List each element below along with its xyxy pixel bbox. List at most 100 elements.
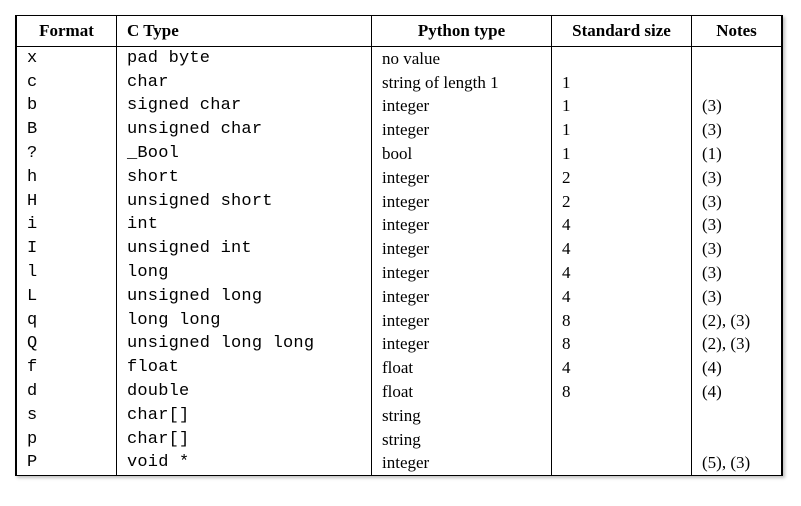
cell-stdsize: 8 bbox=[552, 380, 692, 404]
table-row: ddoublefloat8(4) bbox=[17, 380, 782, 404]
cell-notes: (4) bbox=[692, 380, 782, 404]
table-row: ccharstring of length 11 bbox=[17, 71, 782, 95]
cell-stdsize: 1 bbox=[552, 142, 692, 166]
cell-ctype: long long bbox=[117, 309, 372, 333]
cell-notes: (3) bbox=[692, 261, 782, 285]
table-row: xpad byteno value bbox=[17, 46, 782, 70]
cell-format: L bbox=[17, 285, 117, 309]
cell-ctype: unsigned long long bbox=[117, 332, 372, 356]
cell-ctype: unsigned int bbox=[117, 237, 372, 261]
cell-format: c bbox=[17, 71, 117, 95]
cell-notes: (3) bbox=[692, 94, 782, 118]
cell-pytype: integer bbox=[372, 118, 552, 142]
cell-pytype: bool bbox=[372, 142, 552, 166]
cell-format: q bbox=[17, 309, 117, 333]
cell-pytype: integer bbox=[372, 309, 552, 333]
cell-format: p bbox=[17, 428, 117, 452]
cell-format: Q bbox=[17, 332, 117, 356]
table-row: Iunsigned intinteger4(3) bbox=[17, 237, 782, 261]
cell-stdsize bbox=[552, 46, 692, 70]
cell-stdsize: 4 bbox=[552, 356, 692, 380]
cell-ctype: _Bool bbox=[117, 142, 372, 166]
cell-pytype: float bbox=[372, 356, 552, 380]
cell-stdsize: 8 bbox=[552, 309, 692, 333]
cell-notes bbox=[692, 404, 782, 428]
table-row: pchar[]string bbox=[17, 428, 782, 452]
table-body: xpad byteno valueccharstring of length 1… bbox=[17, 46, 782, 475]
cell-stdsize: 4 bbox=[552, 213, 692, 237]
cell-ctype: unsigned char bbox=[117, 118, 372, 142]
cell-ctype: pad byte bbox=[117, 46, 372, 70]
cell-ctype: signed char bbox=[117, 94, 372, 118]
cell-format: s bbox=[17, 404, 117, 428]
cell-ctype: double bbox=[117, 380, 372, 404]
cell-ctype: void * bbox=[117, 451, 372, 475]
cell-format: I bbox=[17, 237, 117, 261]
cell-stdsize: 2 bbox=[552, 190, 692, 214]
cell-notes bbox=[692, 71, 782, 95]
cell-format: h bbox=[17, 166, 117, 190]
cell-format: P bbox=[17, 451, 117, 475]
cell-format: f bbox=[17, 356, 117, 380]
table-row: Pvoid *integer(5), (3) bbox=[17, 451, 782, 475]
cell-notes: (5), (3) bbox=[692, 451, 782, 475]
cell-ctype: unsigned long bbox=[117, 285, 372, 309]
cell-pytype: integer bbox=[372, 285, 552, 309]
cell-format: H bbox=[17, 190, 117, 214]
cell-notes: (2), (3) bbox=[692, 309, 782, 333]
cell-pytype: integer bbox=[372, 237, 552, 261]
format-table-container: Format C Type Python type Standard size … bbox=[15, 15, 783, 476]
cell-stdsize bbox=[552, 428, 692, 452]
cell-format: i bbox=[17, 213, 117, 237]
cell-stdsize: 1 bbox=[552, 71, 692, 95]
cell-notes: (4) bbox=[692, 356, 782, 380]
cell-pytype: string of length 1 bbox=[372, 71, 552, 95]
col-header-ctype: C Type bbox=[117, 16, 372, 46]
cell-ctype: long bbox=[117, 261, 372, 285]
cell-notes: (3) bbox=[692, 237, 782, 261]
table-row: ?_Boolbool1(1) bbox=[17, 142, 782, 166]
col-header-notes: Notes bbox=[692, 16, 782, 46]
cell-notes: (1) bbox=[692, 142, 782, 166]
cell-notes: (3) bbox=[692, 213, 782, 237]
table-row: Qunsigned long longinteger8(2), (3) bbox=[17, 332, 782, 356]
cell-format: l bbox=[17, 261, 117, 285]
cell-ctype: int bbox=[117, 213, 372, 237]
table-row: Bunsigned charinteger1(3) bbox=[17, 118, 782, 142]
cell-pytype: integer bbox=[372, 213, 552, 237]
cell-pytype: integer bbox=[372, 261, 552, 285]
cell-format: B bbox=[17, 118, 117, 142]
cell-pytype: string bbox=[372, 428, 552, 452]
cell-notes: (2), (3) bbox=[692, 332, 782, 356]
cell-format: d bbox=[17, 380, 117, 404]
cell-stdsize: 1 bbox=[552, 94, 692, 118]
cell-stdsize: 4 bbox=[552, 237, 692, 261]
cell-pytype: string bbox=[372, 404, 552, 428]
table-row: llonginteger4(3) bbox=[17, 261, 782, 285]
table-row: schar[]string bbox=[17, 404, 782, 428]
cell-ctype: char bbox=[117, 71, 372, 95]
cell-format: ? bbox=[17, 142, 117, 166]
cell-ctype: unsigned short bbox=[117, 190, 372, 214]
table-row: qlong longinteger8(2), (3) bbox=[17, 309, 782, 333]
cell-pytype: integer bbox=[372, 190, 552, 214]
cell-format: b bbox=[17, 94, 117, 118]
cell-stdsize: 4 bbox=[552, 285, 692, 309]
cell-stdsize bbox=[552, 404, 692, 428]
cell-ctype: short bbox=[117, 166, 372, 190]
cell-ctype: char[] bbox=[117, 404, 372, 428]
cell-format: x bbox=[17, 46, 117, 70]
table-row: ffloatfloat4(4) bbox=[17, 356, 782, 380]
cell-stdsize bbox=[552, 451, 692, 475]
cell-notes bbox=[692, 46, 782, 70]
col-header-stdsize: Standard size bbox=[552, 16, 692, 46]
table-row: bsigned charinteger1(3) bbox=[17, 94, 782, 118]
cell-pytype: no value bbox=[372, 46, 552, 70]
cell-notes bbox=[692, 428, 782, 452]
cell-ctype: char[] bbox=[117, 428, 372, 452]
format-table: Format C Type Python type Standard size … bbox=[16, 16, 782, 475]
table-row: hshortinteger2(3) bbox=[17, 166, 782, 190]
cell-notes: (3) bbox=[692, 190, 782, 214]
table-header-row: Format C Type Python type Standard size … bbox=[17, 16, 782, 46]
cell-stdsize: 1 bbox=[552, 118, 692, 142]
